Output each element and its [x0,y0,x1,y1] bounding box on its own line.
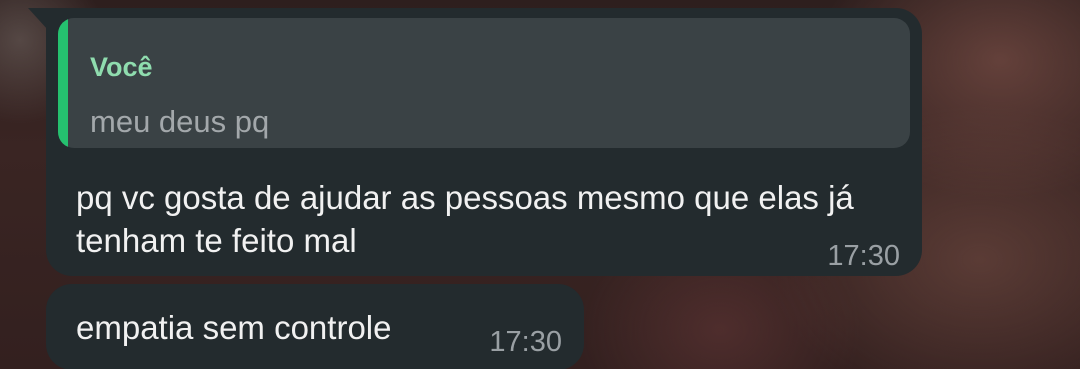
message-time: 17:30 [489,326,562,358]
message-bubble[interactable]: empatia sem controle 17:30 [46,284,584,369]
message-text: empatia sem controle [76,309,392,346]
message-time: 17:30 [827,240,900,272]
message-bubble[interactable]: Você meu deus pq pq vc gosta de ajudar a… [46,8,922,276]
quote-author: Você [90,52,153,82]
message-text: pq vc gosta de ajudar as pessoas mesmo q… [76,179,854,259]
quoted-reply[interactable]: Você meu deus pq [58,18,910,148]
quote-accent-bar [58,18,68,148]
quote-text: meu deus pq [90,104,270,139]
bubble-tail [28,8,48,30]
